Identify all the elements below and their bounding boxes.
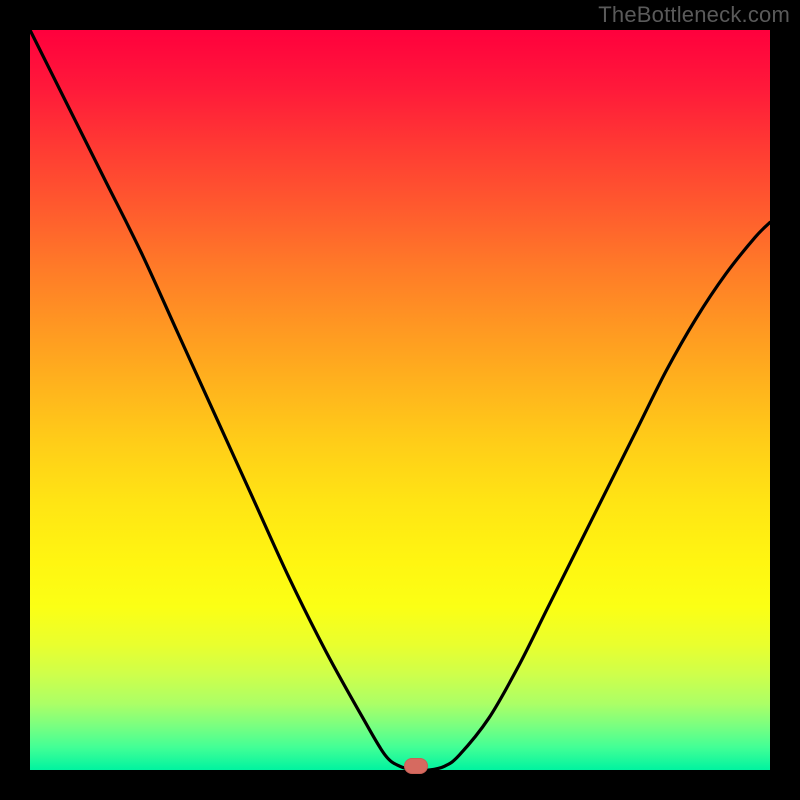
plot-area [30,30,770,770]
watermark-text: TheBottleneck.com [598,2,790,28]
bottleneck-curve [30,30,770,770]
curve-svg [30,30,770,770]
optimum-marker [404,758,428,774]
chart-stage: TheBottleneck.com [0,0,800,800]
